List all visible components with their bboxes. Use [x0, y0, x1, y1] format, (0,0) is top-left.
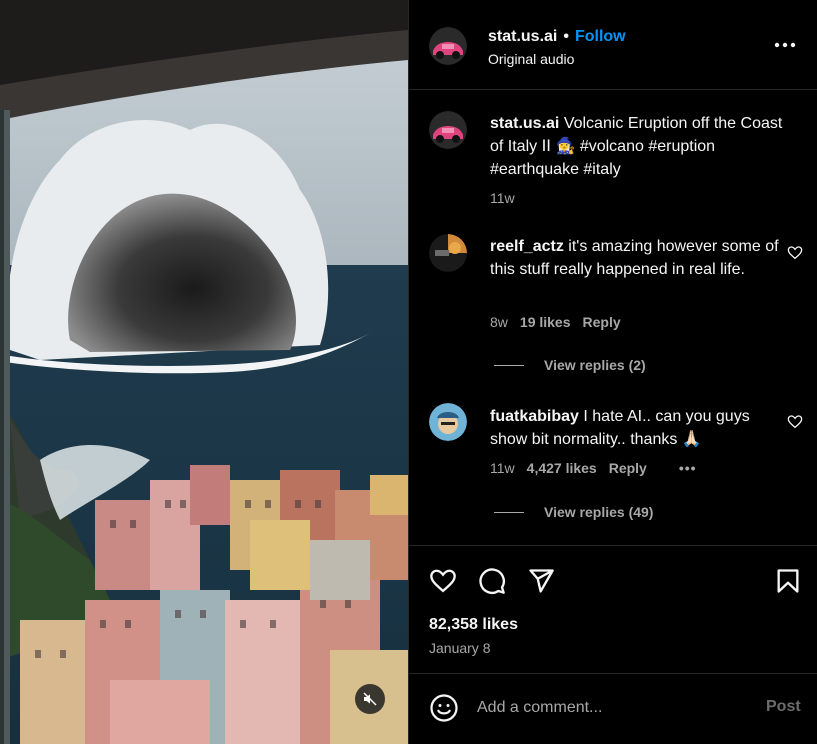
view-replies-label: View replies (49)	[544, 504, 654, 520]
bookmark-icon[interactable]	[774, 567, 802, 595]
reply-button[interactable]: Reply	[609, 460, 647, 476]
comment-username[interactable]: fuatkabibay	[490, 408, 579, 425]
post-caption: stat.us.ai Volcanic Eruption off the Coa…	[490, 112, 790, 210]
view-replies-button[interactable]: View replies (2)	[494, 357, 646, 373]
comment-time[interactable]: 8w	[490, 314, 508, 330]
replies-divider	[494, 364, 524, 366]
comment-more-button[interactable]: •••	[679, 460, 697, 476]
post-comment-button[interactable]: Post	[766, 698, 801, 716]
post-actions: 82,358 likes January 8	[409, 545, 817, 673]
post-date[interactable]: January 8	[429, 640, 490, 656]
comment-avatar[interactable]	[429, 403, 467, 441]
comment-icon[interactable]	[478, 567, 506, 595]
more-options-button[interactable]	[771, 34, 799, 56]
author-username[interactable]: stat.us.ai	[488, 28, 557, 45]
comment-meta: 8w 19 likes Reply	[490, 314, 621, 330]
post-media[interactable]	[0, 0, 408, 744]
sunset-avatar-icon	[429, 234, 467, 272]
comment-avatar[interactable]	[429, 234, 467, 272]
comment-like-heart-icon[interactable]	[787, 414, 803, 430]
comment-time[interactable]: 11w	[490, 460, 515, 476]
replies-divider	[494, 511, 524, 513]
comment-likes[interactable]: 4,427 likes	[527, 460, 597, 476]
comment-username[interactable]: reelf_actz	[490, 238, 564, 255]
post-details-panel: stat.us.ai • Follow Original audio stat.us…	[408, 0, 817, 744]
mute-button[interactable]	[355, 684, 385, 714]
reply-button[interactable]: Reply	[583, 314, 621, 330]
comment-composer: Post	[409, 673, 817, 744]
cartoon-avatar-icon	[429, 403, 467, 441]
share-icon[interactable]	[527, 567, 555, 595]
comment-1: reelf_actz it's amazing however some of …	[490, 235, 780, 281]
caption-avatar[interactable]	[429, 111, 467, 149]
comment-input[interactable]	[477, 694, 747, 722]
caption-timestamp[interactable]: 11w	[490, 187, 790, 210]
post-header: stat.us.ai • Follow Original audio	[409, 0, 817, 90]
more-horizontal-icon	[774, 42, 796, 48]
post-video[interactable]	[0, 0, 408, 744]
avatar[interactable]	[429, 27, 467, 65]
likes-count[interactable]: 82,358 likes	[429, 616, 518, 634]
caption-username[interactable]: stat.us.ai	[490, 115, 559, 132]
view-replies-button[interactable]: View replies (49)	[494, 504, 653, 520]
car-avatar-icon	[429, 111, 467, 149]
car-avatar-icon	[429, 27, 467, 65]
separator-dot: •	[563, 28, 569, 45]
follow-button[interactable]: Follow	[575, 28, 626, 45]
view-replies-label: View replies (2)	[544, 357, 646, 373]
comment-meta: 11w 4,427 likes Reply •••	[490, 460, 697, 476]
heart-icon[interactable]	[429, 567, 457, 595]
speaker-muted-icon	[363, 692, 377, 706]
audio-link[interactable]: Original audio	[488, 51, 574, 67]
comment-2: fuatkabibay I hate AI.. can you guys sho…	[490, 405, 780, 451]
comment-like-heart-icon[interactable]	[787, 245, 803, 261]
comment-likes[interactable]: 19 likes	[520, 314, 571, 330]
emoji-icon[interactable]	[429, 693, 459, 723]
